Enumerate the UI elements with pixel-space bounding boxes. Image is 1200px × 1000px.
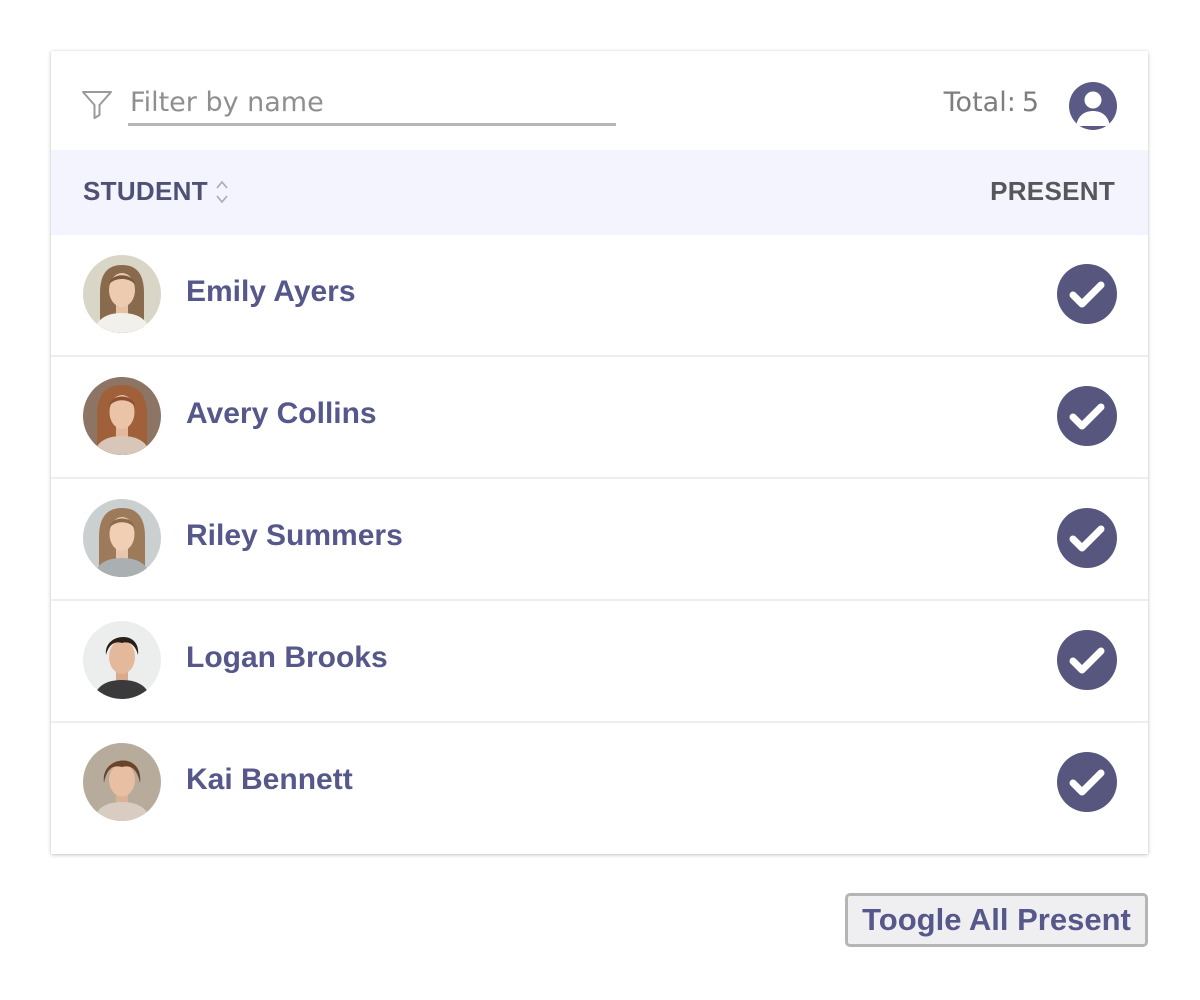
student-name: Emily Ayers	[186, 275, 356, 308]
student-column-label: STUDENT	[83, 176, 208, 206]
user-account-button[interactable]	[1069, 82, 1117, 130]
student-avatar	[83, 743, 161, 821]
table-row: Avery Collins	[51, 357, 1148, 479]
present-toggle[interactable]	[1057, 508, 1117, 568]
student-name: Kai Bennett	[186, 763, 353, 796]
table-header: STUDENT PRESENT	[51, 150, 1148, 235]
table-row: Riley Summers	[51, 479, 1148, 601]
student-name: Riley Summers	[186, 519, 403, 552]
student-avatar	[83, 621, 161, 699]
toggle-all-present-button[interactable]: Toogle All Present	[845, 893, 1148, 947]
present-toggle[interactable]	[1057, 630, 1117, 690]
student-column-header[interactable]: STUDENT	[83, 176, 230, 207]
student-avatar	[83, 255, 161, 333]
student-name: Logan Brooks	[186, 641, 388, 674]
check-icon	[1069, 647, 1105, 674]
user-icon	[1076, 91, 1110, 126]
filter-toolbar: Total:5	[51, 51, 1148, 150]
total-count-label: Total: 5	[929, 86, 1039, 120]
total-label-text: Total:	[943, 87, 1016, 118]
check-icon	[1069, 769, 1105, 796]
student-avatar	[83, 499, 161, 577]
filter-icon	[82, 91, 112, 119]
student-avatar	[83, 377, 161, 455]
table-row: Emily Ayers	[51, 235, 1148, 357]
student-name: Avery Collins	[186, 397, 377, 430]
check-icon	[1069, 525, 1105, 552]
table-row: Kai Bennett	[51, 723, 1148, 845]
total-count-value: 5	[1021, 87, 1039, 118]
student-list: Emily Ayers Avery Collins Riley Summers …	[51, 235, 1148, 845]
check-icon	[1069, 403, 1105, 430]
filter-name-input[interactable]	[128, 81, 616, 126]
table-row: Logan Brooks	[51, 601, 1148, 723]
present-column-header: PRESENT	[990, 176, 1115, 206]
sort-icon	[216, 180, 228, 203]
present-toggle[interactable]	[1057, 264, 1117, 324]
attendance-card: Total:5 STUDENT PRESENT	[51, 51, 1148, 854]
present-toggle[interactable]	[1057, 752, 1117, 812]
present-toggle[interactable]	[1057, 386, 1117, 446]
check-icon	[1069, 281, 1105, 308]
